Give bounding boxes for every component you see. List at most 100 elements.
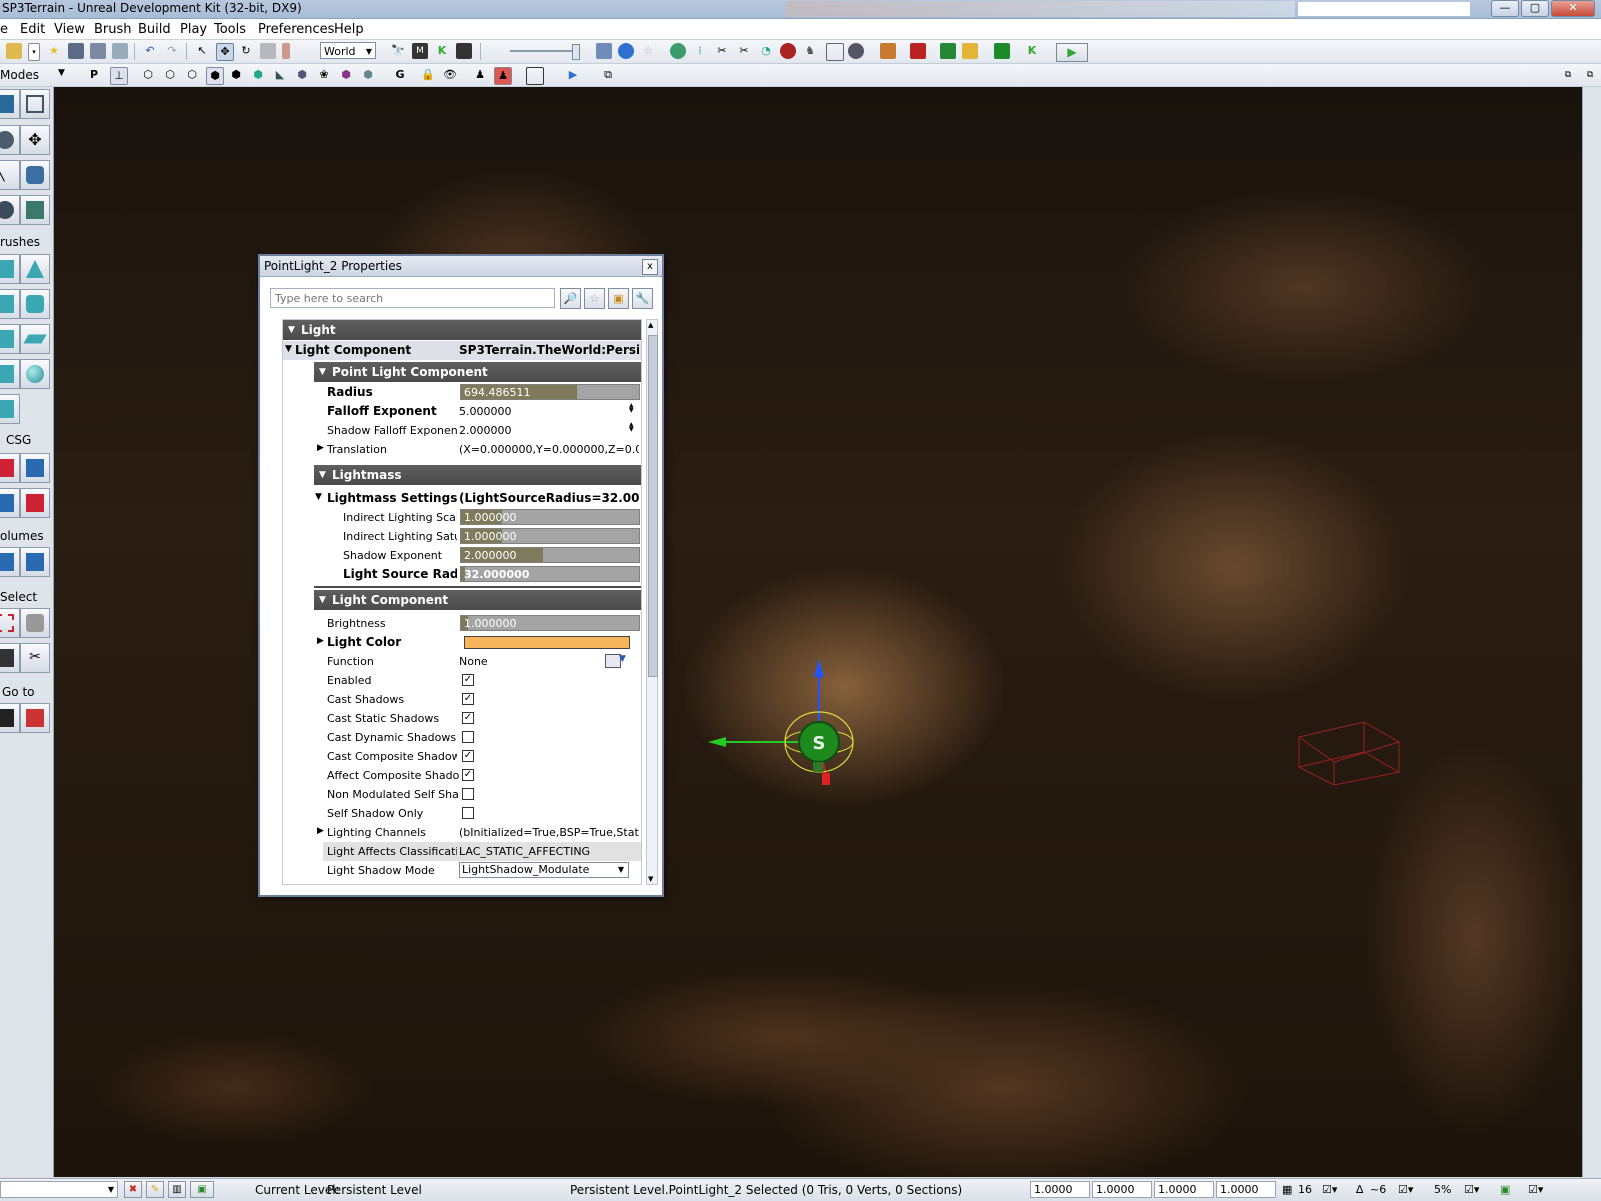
property-row-shadow-falloff-exponent[interactable]: Shadow Falloff Exponent 2.000000 ▲ ▼ bbox=[283, 421, 641, 440]
goto-builder-brush-button[interactable] bbox=[20, 703, 50, 733]
open-icon[interactable] bbox=[6, 43, 22, 59]
copy-to-archetype-icon[interactable]: ▣ bbox=[608, 288, 629, 309]
lightmap-density-icon[interactable]: ⬢ bbox=[338, 67, 354, 83]
kismet-icon[interactable]: M bbox=[412, 43, 428, 59]
sheet-brush-button[interactable] bbox=[20, 324, 50, 354]
play-in-editor-icon[interactable] bbox=[940, 43, 956, 59]
translate-gizmo[interactable]: S bbox=[694, 647, 874, 807]
cone-brush-button[interactable] bbox=[20, 254, 50, 284]
self-shadow-only-checkbox[interactable] bbox=[462, 807, 474, 819]
kismet-debug-icon[interactable]: K bbox=[1024, 43, 1040, 59]
hide-selected-button[interactable] bbox=[20, 608, 50, 638]
console-icon[interactable] bbox=[910, 43, 926, 59]
menu-help[interactable]: Help bbox=[334, 22, 364, 37]
shadow-exponent-slider[interactable]: 2.000000 bbox=[460, 547, 640, 563]
screen-icon[interactable] bbox=[826, 43, 844, 61]
property-row-lighting-channels[interactable]: ▶ Lighting Channels (bInitialized=True,B… bbox=[283, 823, 641, 842]
menu-build[interactable]: Build bbox=[138, 22, 171, 37]
drag-y-field[interactable]: 1.0000 bbox=[1092, 1181, 1152, 1198]
property-row-light-source-radius[interactable]: Light Source Radius 32.000000 bbox=[283, 565, 641, 584]
split-icon[interactable]: ▥ bbox=[168, 1181, 186, 1198]
csg-subtract-button[interactable] bbox=[20, 453, 50, 483]
property-row-translation[interactable]: ▶ Translation (X=0.000000,Y=0.000000,Z=0… bbox=[283, 440, 641, 459]
search-icon[interactable]: 🔎 bbox=[560, 288, 581, 309]
play-button[interactable]: ▶ bbox=[1056, 43, 1088, 62]
save-all-icon[interactable] bbox=[90, 43, 106, 59]
properties-search-input[interactable] bbox=[270, 288, 555, 308]
lit-lightmap-density-icon[interactable]: ⬢ bbox=[360, 67, 376, 83]
mesh-paint-button[interactable] bbox=[20, 160, 50, 190]
shader-complexity-icon[interactable]: ❀ bbox=[316, 67, 332, 83]
show-selected-button[interactable] bbox=[0, 608, 20, 638]
curved-stair-button[interactable] bbox=[0, 324, 20, 354]
property-row-indirect-lighting-scale[interactable]: Indirect Lighting Scale 1.000000 bbox=[283, 508, 641, 527]
current-level-value[interactable]: Persistent Level bbox=[327, 1183, 422, 1197]
close-button[interactable]: ✕ bbox=[1551, 0, 1595, 17]
scroll-up-icon[interactable]: ▲ bbox=[648, 321, 653, 329]
content-browser-icon[interactable] bbox=[618, 43, 634, 59]
light-shadow-mode-select[interactable]: LightShadow_Modulate ▼ bbox=[459, 862, 629, 878]
chevron-down-icon[interactable]: ▼ bbox=[58, 68, 65, 78]
properties-close-button[interactable]: x bbox=[642, 259, 658, 275]
maximize-button[interactable]: ▢ bbox=[1521, 0, 1549, 17]
csg-deintersect-button[interactable] bbox=[20, 488, 50, 518]
drag-z-field[interactable]: 1.0000 bbox=[1154, 1181, 1214, 1198]
texture-align-button[interactable]: ╲ bbox=[0, 160, 20, 190]
star-icon[interactable]: ☆ bbox=[640, 43, 656, 59]
build-geometry-icon[interactable] bbox=[670, 43, 686, 59]
spinner-arrows-icon[interactable]: ▲ ▼ bbox=[629, 403, 634, 414]
property-row-falloff-exponent[interactable]: Falloff Exponent 5.000000 ▲ ▼ bbox=[283, 402, 641, 421]
category-light-component[interactable]: ▼ Light Component bbox=[314, 590, 641, 610]
menu-edit[interactable]: Edit bbox=[20, 22, 45, 37]
perspective-icon[interactable]: P bbox=[86, 67, 102, 83]
stop-build-icon[interactable] bbox=[780, 43, 796, 59]
foliage-mode-button[interactable] bbox=[0, 195, 20, 225]
build-paths-icon[interactable]: ✂ bbox=[714, 43, 730, 59]
wireframe-icon[interactable]: ⬡ bbox=[140, 67, 156, 83]
brush-wireframe-icon[interactable]: ⬡ bbox=[162, 67, 178, 83]
browser-icon[interactable] bbox=[596, 43, 612, 59]
csg-intersect-button[interactable] bbox=[0, 488, 20, 518]
cast-dynamic-shadows-checkbox[interactable] bbox=[462, 731, 474, 743]
add-volume-button[interactable] bbox=[20, 547, 50, 577]
property-row-radius[interactable]: Radius 694.486511 bbox=[283, 383, 641, 402]
menu-preferences[interactable]: Preferences bbox=[258, 22, 334, 37]
hidden-line-icon[interactable]: ⬡ bbox=[184, 67, 200, 83]
affect-composite-shadow-checkbox[interactable]: ✓ bbox=[462, 769, 474, 781]
select-cursor-icon[interactable]: ↖ bbox=[194, 43, 210, 59]
pencil-icon[interactable]: ✎ bbox=[146, 1181, 164, 1198]
property-row-affect-composite-shadow[interactable]: Affect Composite Shadow D ✓ bbox=[283, 766, 641, 785]
linear-stair-button[interactable] bbox=[0, 289, 20, 319]
menu-play[interactable]: Play bbox=[180, 22, 207, 37]
goto-actor-button[interactable] bbox=[0, 703, 20, 733]
open-dropdown-icon[interactable]: ▾ bbox=[28, 43, 40, 61]
indirect-lighting-scale-slider[interactable]: 1.000000 bbox=[460, 509, 640, 525]
show-all-button[interactable]: ✂ bbox=[20, 643, 50, 673]
rotate-icon[interactable]: ↻ bbox=[238, 43, 254, 59]
lock-icon[interactable]: 🔒 bbox=[420, 67, 436, 83]
non-uniform-scale-icon[interactable] bbox=[282, 43, 290, 59]
property-tools-icon[interactable]: 🔧 bbox=[632, 288, 653, 309]
properties-scrollbar[interactable]: ▲ ▼ bbox=[646, 319, 658, 885]
cube-brush-button[interactable] bbox=[0, 254, 20, 284]
undo-icon[interactable]: ↶ bbox=[142, 43, 158, 59]
menu-view[interactable]: View bbox=[54, 22, 85, 37]
minimize-button[interactable]: — bbox=[1491, 0, 1519, 17]
volumetric-brush-button[interactable] bbox=[0, 394, 20, 424]
build-all-icon[interactable]: ◔ bbox=[758, 43, 774, 59]
sound-icon[interactable] bbox=[848, 43, 864, 59]
eye-icon[interactable]: 👁 bbox=[442, 67, 458, 83]
menu-brush[interactable]: Brush bbox=[94, 22, 132, 37]
property-row-cast-composite-shadow[interactable]: Cast Composite Shadow ✓ bbox=[283, 747, 641, 766]
property-row-light-component[interactable]: ▼ Light Component SP3Terrain.TheWorld:Pe… bbox=[283, 341, 641, 360]
drag-scale-field[interactable]: 1.0000 bbox=[1216, 1181, 1276, 1198]
add-special-brush-button[interactable] bbox=[0, 547, 20, 577]
property-row-indirect-lighting-saturation[interactable]: Indirect Lighting Saturat 1.000000 bbox=[283, 527, 641, 546]
autosave-icon[interactable]: ▣ bbox=[1500, 1183, 1510, 1196]
cast-composite-shadow-checkbox[interactable]: ✓ bbox=[462, 750, 474, 762]
indirect-lighting-saturation-slider[interactable]: 1.000000 bbox=[460, 528, 640, 544]
sphere-brush-button[interactable] bbox=[20, 359, 50, 389]
cast-shadows-checkbox[interactable]: ✓ bbox=[462, 693, 474, 705]
drag-grid-icon[interactable]: ✖ bbox=[124, 1181, 142, 1198]
translate-icon[interactable]: ✥ bbox=[216, 43, 234, 61]
